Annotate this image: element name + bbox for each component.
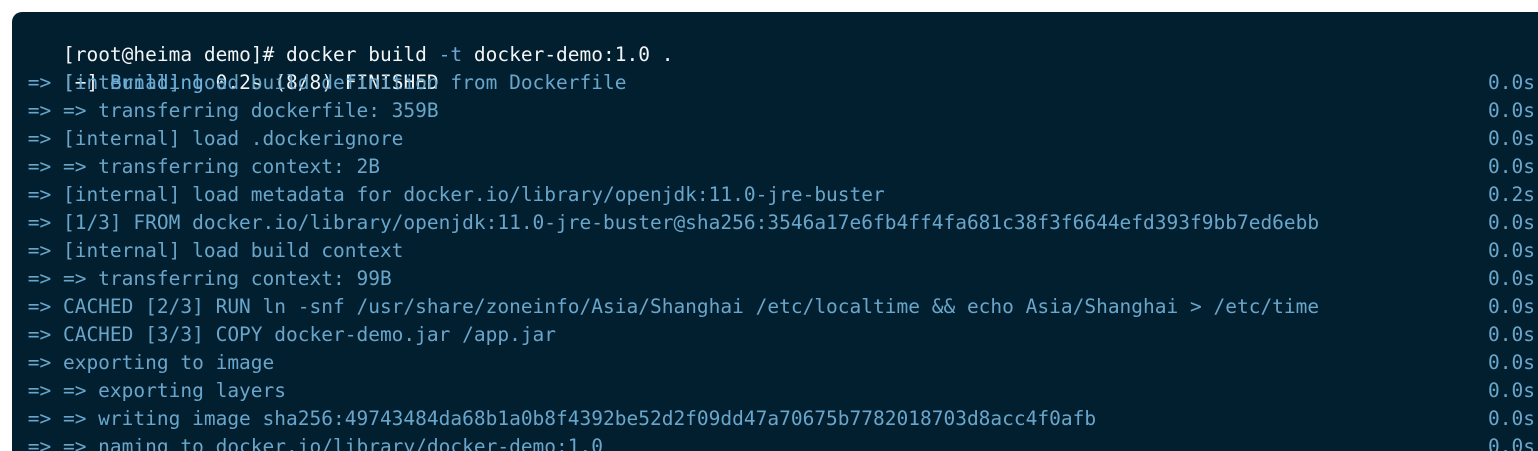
build-step-line: => => writing image sha256:49743484da68b… bbox=[16, 405, 1538, 433]
terminal-window[interactable]: [root@heima demo]# docker build -t docke… bbox=[12, 12, 1538, 451]
build-step-line: => exporting to image 0.0s bbox=[16, 349, 1538, 377]
build-step-line: => [1/3] FROM docker.io/library/openjdk:… bbox=[16, 209, 1538, 237]
build-step-line: => CACHED [3/3] COPY docker-demo.jar /ap… bbox=[16, 321, 1538, 349]
build-step-time: 0.0s bbox=[1488, 295, 1535, 318]
build-step-line: => => exporting layers 0.0s bbox=[16, 377, 1538, 405]
build-step-text: => => exporting layers bbox=[16, 379, 287, 402]
build-step-text: => => writing image sha256:49743484da68b… bbox=[16, 407, 1097, 430]
build-step-time: 0.0s bbox=[1488, 435, 1535, 451]
build-step-text: => [internal] load metadata for docker.i… bbox=[16, 183, 885, 206]
command-line: [root@heima demo]# docker build -t docke… bbox=[16, 13, 1538, 66]
build-step-text: => exporting to image bbox=[16, 351, 275, 374]
build-step-time: 0.0s bbox=[1488, 211, 1535, 234]
build-step-time: 0.0s bbox=[1488, 407, 1535, 430]
build-step-time: 0.0s bbox=[1488, 267, 1535, 290]
build-step-text: => => transferring context: 2B bbox=[16, 155, 380, 178]
build-step-line: => => transferring dockerfile: 359B 0.0s bbox=[16, 97, 1538, 125]
build-step-text: => CACHED [2/3] RUN ln -snf /usr/share/z… bbox=[16, 295, 1320, 318]
build-step-time: 0.0s bbox=[1488, 155, 1535, 178]
build-step-time: 0.0s bbox=[1488, 379, 1535, 402]
build-step-time: 0.0s bbox=[1488, 71, 1535, 94]
build-step-line: => [internal] load build definition from… bbox=[16, 69, 1538, 97]
build-step-line: => [internal] load .dockerignore 0.0s bbox=[16, 125, 1538, 153]
build-step-text: => CACHED [3/3] COPY docker-demo.jar /ap… bbox=[16, 323, 557, 346]
build-step-time: 0.0s bbox=[1488, 351, 1535, 374]
build-step-line: => => naming to docker.io/library/docker… bbox=[16, 433, 1538, 451]
build-step-text: => [1/3] FROM docker.io/library/openjdk:… bbox=[16, 211, 1320, 234]
build-step-line: => [internal] load build context 0.0s bbox=[16, 237, 1538, 265]
build-step-time: 0.0s bbox=[1488, 323, 1535, 346]
build-step-time: 0.2s bbox=[1488, 183, 1535, 206]
build-step-text: => => naming to docker.io/library/docker… bbox=[16, 435, 603, 451]
build-step-line: => => transferring context: 2B 0.0s bbox=[16, 153, 1538, 181]
build-step-time: 0.0s bbox=[1488, 99, 1535, 122]
build-step-time: 0.0s bbox=[1488, 239, 1535, 262]
build-step-line: => => transferring context: 99B 0.0s bbox=[16, 265, 1538, 293]
build-status-line: [+] Building 0.2s (8/8) FINISHED bbox=[16, 41, 1538, 94]
build-step-text: => => transferring dockerfile: 359B bbox=[16, 99, 439, 122]
build-step-time: 0.0s bbox=[1488, 127, 1535, 150]
build-step-text: => [internal] load build context bbox=[16, 239, 404, 262]
build-step-text: => => transferring context: 99B bbox=[16, 267, 392, 290]
build-steps: => [internal] load build definition from… bbox=[16, 69, 1538, 451]
build-step-line: => CACHED [2/3] RUN ln -snf /usr/share/z… bbox=[16, 293, 1538, 321]
build-step-text: => [internal] load build definition from… bbox=[16, 71, 627, 94]
build-step-line: => [internal] load metadata for docker.i… bbox=[16, 181, 1538, 209]
build-step-text: => [internal] load .dockerignore bbox=[16, 127, 404, 150]
